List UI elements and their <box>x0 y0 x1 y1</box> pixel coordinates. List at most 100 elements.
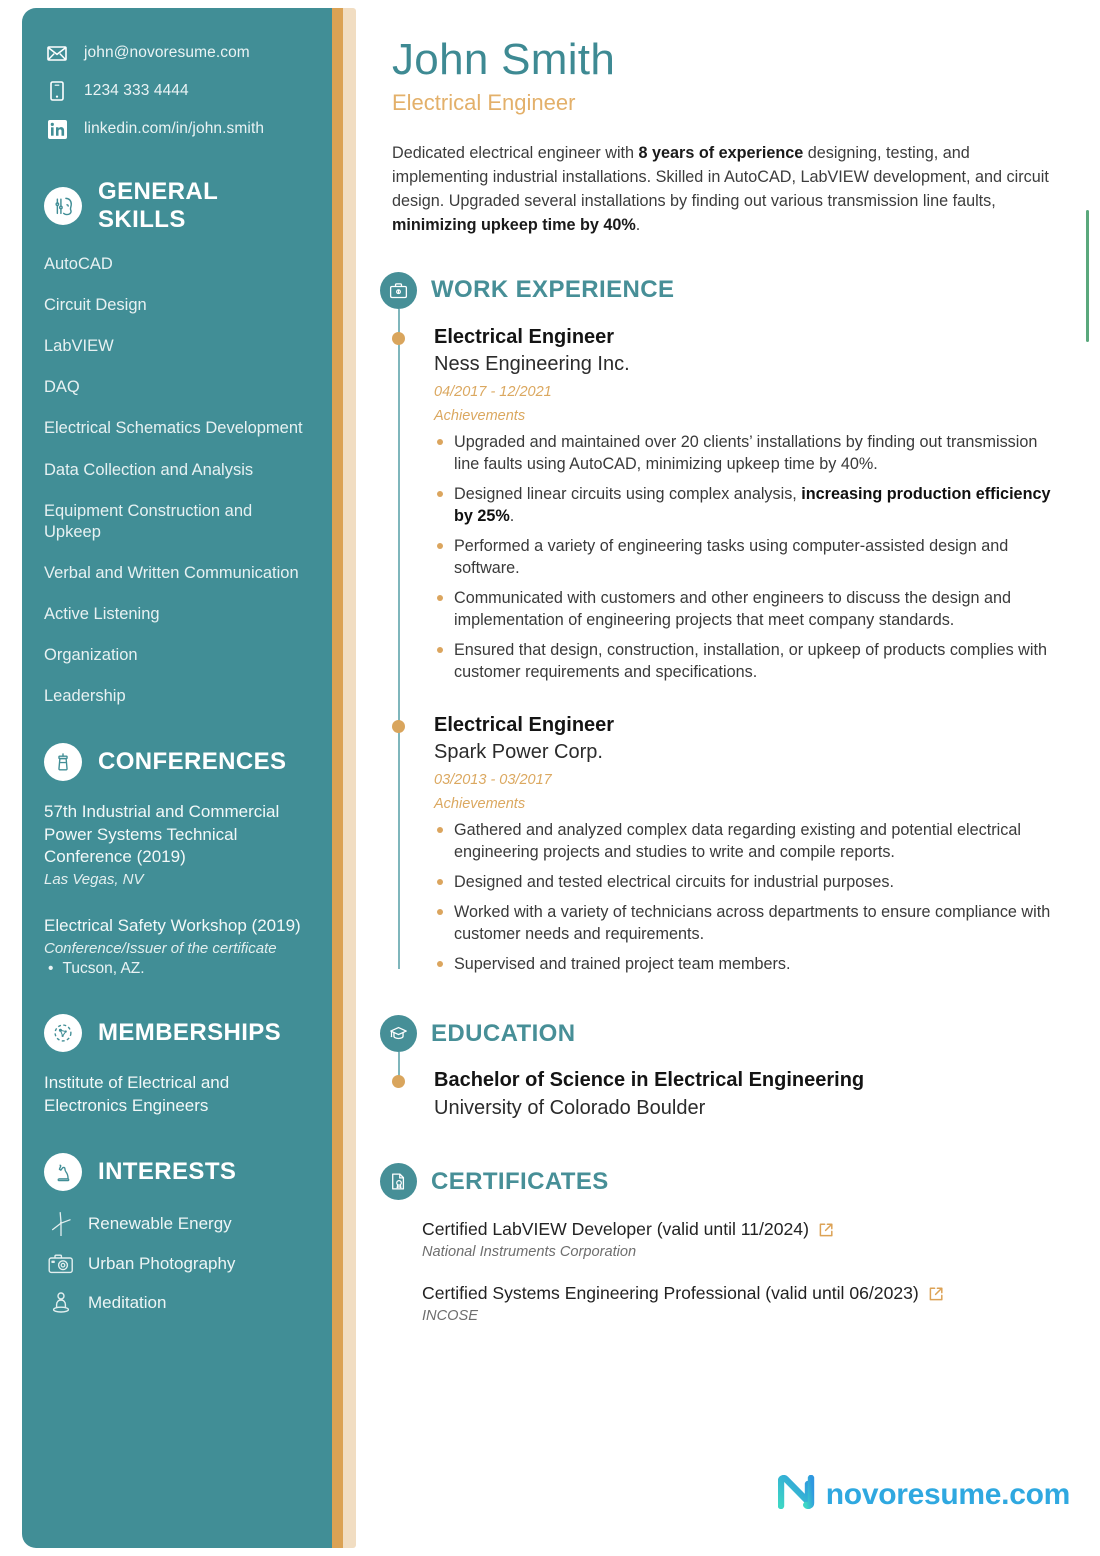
section-education: EDUCATION Bachelor of Science in Electri… <box>380 1015 1064 1121</box>
conference-item: 57th Industrial and Commercial Power Sys… <box>44 801 310 889</box>
meditation-icon <box>44 1291 78 1315</box>
work-entry: Electrical Engineer Spark Power Corp. 03… <box>392 713 1064 975</box>
section-certificates-title: CERTIFICATES <box>431 1167 609 1195</box>
section-work-experience: WORK EXPERIENCE Electrical Engineer Ness… <box>380 271 1064 976</box>
novoresume-footer-logo[interactable]: novoresume.com <box>777 1474 1071 1514</box>
section-education-header: EDUCATION <box>380 1015 1064 1053</box>
section-certificates: CERTIFICATES Certified LabVIEW Developer… <box>380 1163 1064 1324</box>
skill-item: Leadership <box>44 687 126 706</box>
timeline-dot <box>392 1075 405 1089</box>
certificate-item: Certified Systems Engineering Profession… <box>392 1282 1064 1324</box>
achievements-label: Achievements <box>434 796 526 813</box>
sidebar-section-conferences-header: CONFERENCES <box>44 743 310 782</box>
section-education-title: EDUCATION <box>431 1019 576 1047</box>
interest-label: Urban Photography <box>88 1253 236 1273</box>
external-link-icon[interactable] <box>818 1222 834 1238</box>
skill-item: DAQ <box>44 378 80 397</box>
skill-item: Circuit Design <box>44 296 147 315</box>
conference-bullet-text: Tucson, AZ. <box>62 960 145 978</box>
job-title: Electrical Engineer <box>434 325 615 348</box>
achievements-list: Upgraded and maintained over 20 clients’… <box>434 431 1064 683</box>
contact-email-text: john@novoresume.com <box>84 44 250 61</box>
achievement-item: Upgraded and maintained over 20 clients’… <box>434 431 1064 475</box>
job-dates: 03/2013 - 03/2017 <box>434 772 552 789</box>
job-role-subtitle: Electrical Engineer <box>392 89 576 115</box>
skill-item: Active Listening <box>44 604 160 623</box>
contact-email[interactable]: john@novoresume.com <box>44 42 310 64</box>
conference-item: Electrical Safety Workshop (2019) Confer… <box>44 915 310 978</box>
achievement-item: Designed and tested electrical circuits … <box>434 871 1064 893</box>
envelope-icon <box>44 45 70 61</box>
job-company: Ness Engineering Inc. <box>434 352 630 375</box>
skill-item: Data Collection and Analysis <box>44 460 254 479</box>
skill-item: LabVIEW <box>44 337 114 356</box>
achievement-item: Ensured that design, construction, insta… <box>434 639 1064 683</box>
interest-item: Urban Photography <box>44 1253 310 1275</box>
conference-bullet: • Tucson, AZ. <box>44 960 310 978</box>
skills-list: AutoCAD Circuit Design LabVIEW DAQ Elect… <box>44 254 310 707</box>
resume-page: john@novoresume.com 1234 333 4444 linked… <box>0 0 1100 1556</box>
achievements-label: Achievements <box>434 407 526 424</box>
main-column: John Smith Electrical Engineer Dedicated… <box>380 0 1064 1324</box>
contact-phone-text: 1234 333 4444 <box>84 82 189 99</box>
novoresume-logo-text: novoresume.com <box>825 1477 1071 1511</box>
left-edge-notch <box>0 186 23 232</box>
sidebar-section-interests-header: INTERESTS <box>44 1152 310 1191</box>
sidebar-stack: john@novoresume.com 1234 333 4444 linked… <box>22 8 356 1548</box>
certificate-issuer: INCOSE <box>422 1308 478 1324</box>
job-company: Spark Power Corp. <box>434 741 603 764</box>
school-name: University of Colorado Boulder <box>434 1097 706 1120</box>
achievements-list: Gathered and analyzed complex data regar… <box>434 819 1064 975</box>
contact-linkedin[interactable]: linkedin.com/in/john.smith <box>44 118 310 140</box>
interest-item: Meditation <box>44 1291 310 1315</box>
degree-title: Bachelor of Science in Electrical Engine… <box>434 1069 865 1092</box>
work-entry: Electrical Engineer Ness Engineering Inc… <box>392 325 1064 683</box>
certificate-name-row: Certified Systems Engineering Profession… <box>422 1282 1064 1305</box>
sidebar-section-conferences-title: CONFERENCES <box>98 748 287 776</box>
skill-item: AutoCAD <box>44 255 113 273</box>
interest-label: Renewable Energy <box>88 1213 232 1233</box>
wind-turbine-icon <box>44 1211 78 1237</box>
certificate-name: Certified LabVIEW Developer (valid until… <box>422 1219 809 1240</box>
profile-summary: Dedicated electrical engineer with 8 yea… <box>392 143 1049 234</box>
achievement-item: Gathered and analyzed complex data regar… <box>434 819 1064 863</box>
right-edge-green-rule <box>1086 210 1089 342</box>
timeline-dot <box>392 331 405 345</box>
achievement-item: Worked with a variety of technicians acr… <box>434 901 1064 945</box>
external-link-icon[interactable] <box>928 1286 944 1302</box>
timeline-dot <box>392 720 405 734</box>
achievement-item: Communicated with customers and other en… <box>434 587 1064 631</box>
skill-item: Equipment Construction and Upkeep <box>44 501 253 541</box>
sidebar-section-general-skills-header: GENERAL SKILLS <box>44 178 310 234</box>
conference-title: 57th Industrial and Commercial Power Sys… <box>44 802 280 867</box>
skill-item: Organization <box>44 646 138 665</box>
interest-label: Meditation <box>88 1292 167 1312</box>
certificate-name-row: Certified LabVIEW Developer (valid until… <box>422 1218 1064 1241</box>
phone-icon <box>44 81 70 101</box>
skill-item: Verbal and Written Communication <box>44 563 299 582</box>
sidebar-section-memberships-header: MEMBERSHIPS <box>44 1014 310 1053</box>
linkedin-icon <box>44 119 70 139</box>
chess-knight-icon <box>44 1152 82 1191</box>
certificate-name: Certified Systems Engineering Profession… <box>422 1283 919 1304</box>
section-work-experience-title: WORK EXPERIENCE <box>431 276 675 304</box>
conference-title: Electrical Safety Workshop (2019) <box>44 916 301 936</box>
section-work-experience-header: WORK EXPERIENCE <box>380 271 1064 309</box>
achievement-item: Supervised and trained project team memb… <box>434 953 1064 975</box>
sidebar-section-memberships-title: MEMBERSHIPS <box>98 1019 282 1047</box>
sidebar-cream-stripe <box>343 8 356 1548</box>
education-entry: Bachelor of Science in Electrical Engine… <box>392 1068 1064 1121</box>
achievement-item: Designed linear circuits using complex a… <box>434 483 1064 527</box>
section-certificates-header: CERTIFICATES <box>380 1163 1064 1201</box>
job-dates: 04/2017 - 12/2021 <box>434 383 552 400</box>
contact-phone[interactable]: 1234 333 4444 <box>44 80 310 102</box>
contact-list: john@novoresume.com 1234 333 4444 linked… <box>44 42 310 140</box>
briefcase-icon <box>380 271 417 309</box>
job-title: Electrical Engineer <box>434 714 615 737</box>
skill-item: Electrical Schematics Development <box>44 419 303 438</box>
camera-icon <box>44 1253 78 1275</box>
graduation-cap-icon <box>380 1015 417 1053</box>
conference-issuer: Conference/Issuer of the certificate <box>44 939 277 957</box>
achievement-item: Performed a variety of engineering tasks… <box>434 535 1064 579</box>
bullet-dot: • <box>48 960 54 978</box>
